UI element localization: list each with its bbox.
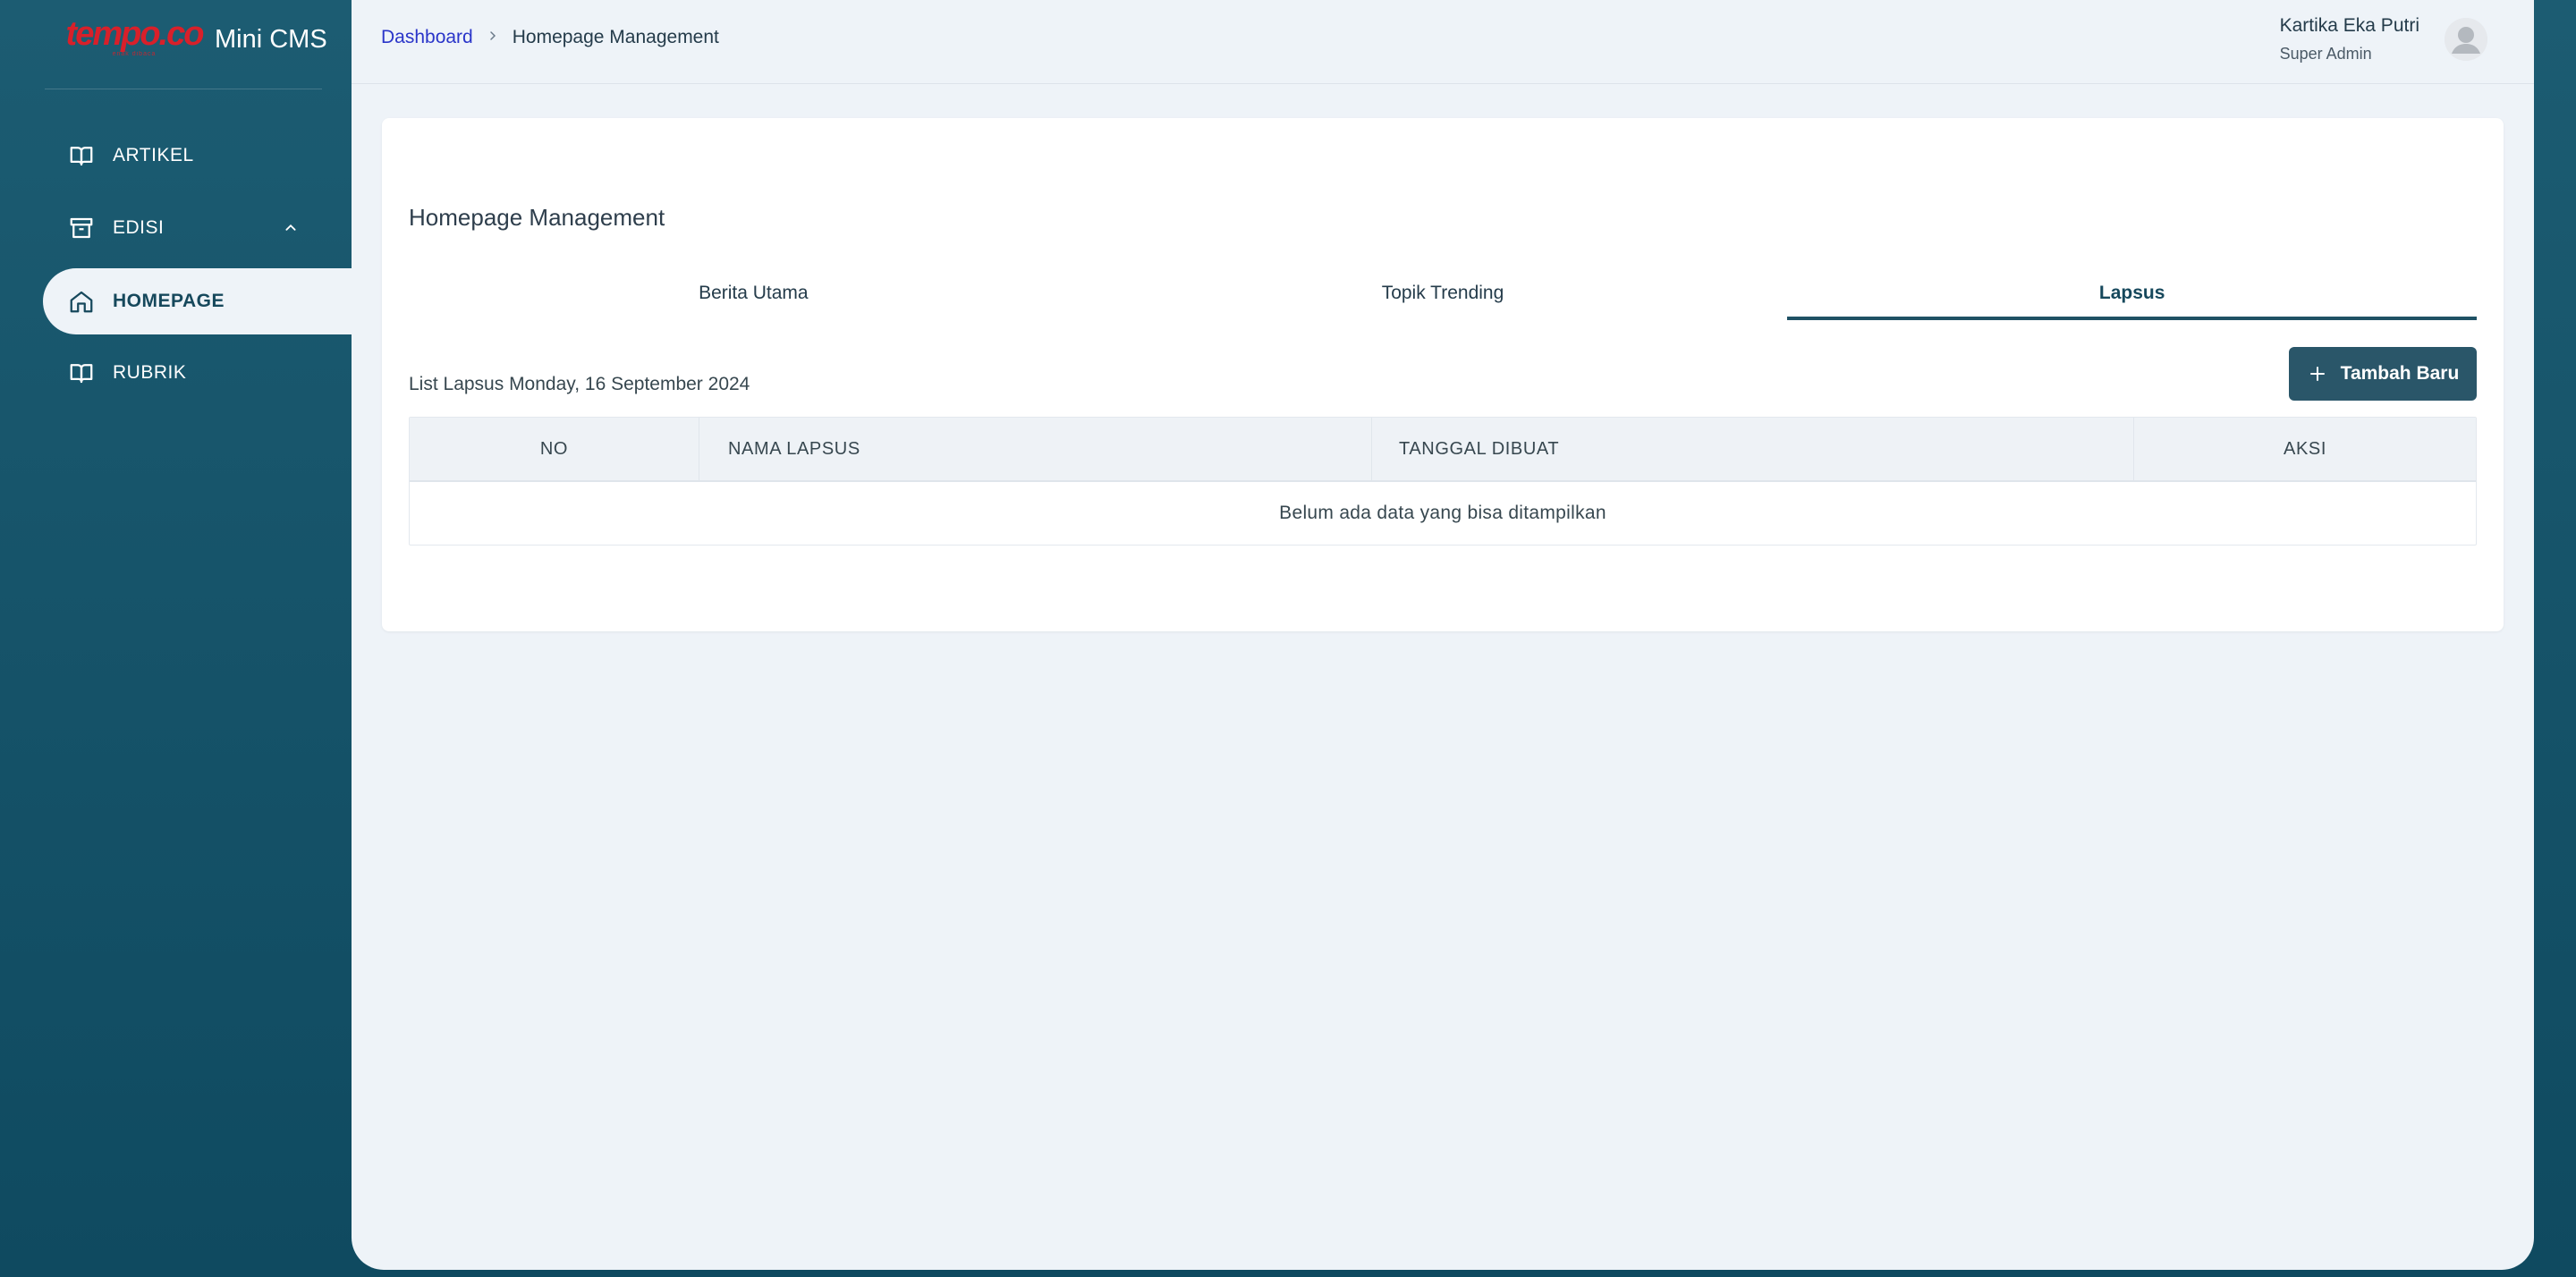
column-header-no: NO xyxy=(410,418,699,480)
sidebar-item-artikel[interactable]: ARTIKEL xyxy=(43,123,352,189)
book-open-icon xyxy=(68,142,95,169)
home-icon xyxy=(68,288,95,315)
add-new-button[interactable]: Tambah Baru xyxy=(2289,347,2477,401)
app-name: Mini CMS xyxy=(215,24,327,54)
list-heading: List Lapsus Monday, 16 September 2024 xyxy=(409,374,750,394)
user-info: Kartika Eka Putri Super Admin xyxy=(2280,15,2419,63)
column-header-nama-lapsus: NAMA LAPSUS xyxy=(699,418,1372,480)
page-title: Homepage Management xyxy=(409,204,665,231)
avatar[interactable] xyxy=(2445,18,2487,61)
book-open-icon xyxy=(68,359,95,386)
add-new-label: Tambah Baru xyxy=(2340,363,2460,384)
tab-berita-utama[interactable]: Berita Utama xyxy=(409,266,1098,320)
breadcrumb-current: Homepage Management xyxy=(512,27,719,47)
sidebar-item-label: HOMEPAGE xyxy=(113,291,225,311)
user-menu[interactable]: Kartika Eka Putri Super Admin xyxy=(2280,15,2487,63)
lapsus-table: NO NAMA LAPSUS TANGGAL DIBUAT AKSI Belum… xyxy=(409,417,2477,545)
empty-state-message: Belum ada data yang bisa ditampilkan xyxy=(1279,503,1606,523)
sidebar-item-label: ARTIKEL xyxy=(113,145,194,165)
archive-box-icon xyxy=(68,215,95,241)
sidebar-item-homepage[interactable]: HOMEPAGE xyxy=(43,268,352,334)
tab-bar: Berita Utama Topik Trending Lapsus xyxy=(409,266,2477,320)
breadcrumb-dashboard-link[interactable]: Dashboard xyxy=(381,27,473,48)
column-header-tanggal-dibuat: TANGGAL DIBUAT xyxy=(1372,418,2134,480)
user-avatar-icon xyxy=(2445,18,2487,61)
plus-icon xyxy=(2307,363,2328,385)
sidebar-item-edisi[interactable]: EDISI xyxy=(43,195,352,261)
user-role: Super Admin xyxy=(2279,45,2372,63)
table-header: NO NAMA LAPSUS TANGGAL DIBUAT AKSI xyxy=(410,418,2476,482)
chevron-up-icon[interactable] xyxy=(277,215,304,241)
homepage-management-card: Homepage Management Berita Utama Topik T… xyxy=(382,118,2504,631)
sidebar-item-rubrik[interactable]: RUBRIK xyxy=(43,340,352,406)
brand[interactable]: tempo.co enak dibaca Mini CMS xyxy=(65,13,327,63)
chevron-right-icon xyxy=(486,28,500,48)
user-name: Kartika Eka Putri xyxy=(2279,15,2419,36)
sidebar-item-label: EDISI xyxy=(113,217,165,238)
main-panel: Dashboard Homepage Management Kartika Ek… xyxy=(352,0,2534,1270)
tab-lapsus[interactable]: Lapsus xyxy=(1787,266,2477,320)
top-bar: Dashboard Homepage Management Kartika Ek… xyxy=(352,0,2534,84)
sidebar-item-label: RUBRIK xyxy=(113,362,187,383)
tempo-logo: tempo.co enak dibaca xyxy=(65,14,205,57)
breadcrumb: Dashboard Homepage Management xyxy=(381,27,719,48)
column-header-aksi: AKSI xyxy=(2284,438,2326,459)
sidebar: tempo.co enak dibaca Mini CMS ARTIKEL ED… xyxy=(0,0,352,1277)
tab-topik-trending[interactable]: Topik Trending xyxy=(1098,266,1788,320)
